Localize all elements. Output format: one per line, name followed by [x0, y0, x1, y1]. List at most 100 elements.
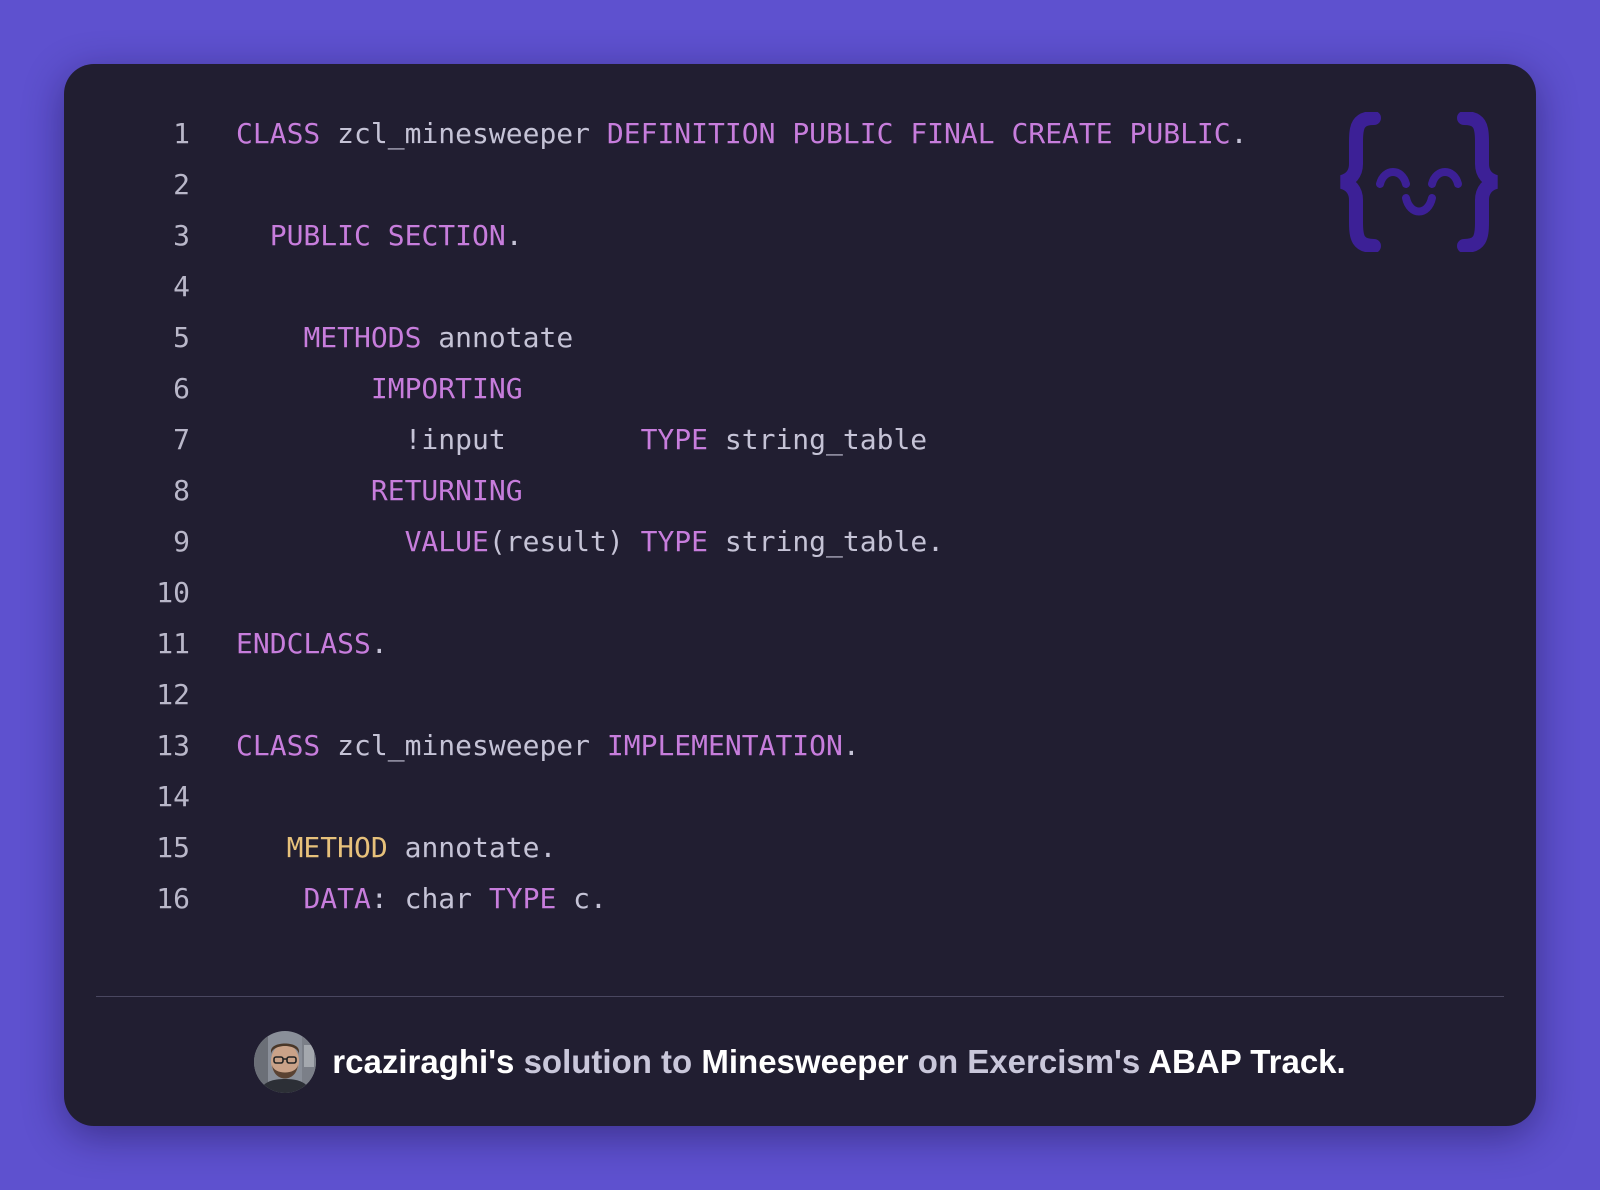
line-code: METHODS annotate: [236, 312, 573, 363]
line-number: 7: [173, 423, 190, 456]
code-keyword: DEFINITION: [606, 117, 776, 150]
code-keyword: TYPE: [488, 882, 557, 915]
code-keyword: CLASS: [236, 117, 321, 150]
footer-text-on: on: [908, 1043, 968, 1080]
line-number: 1: [173, 117, 190, 150]
track-name[interactable]: ABAP Track.: [1148, 1043, 1345, 1080]
line-number: 16: [156, 882, 190, 915]
code-keyword: IMPLEMENTATION: [606, 729, 843, 762]
exercism-logo-icon: [1340, 112, 1498, 252]
footer-caption: rcaziraghi's solution to Minesweeper on …: [332, 1043, 1345, 1081]
line-code: CLASS zcl_minesweeper IMPLEMENTATION.: [236, 720, 860, 771]
code-text: zcl_minesweeper: [320, 117, 607, 150]
line-number: 2: [173, 168, 190, 201]
code-text: string_table.: [708, 525, 945, 558]
line-code: METHOD annotate.: [236, 822, 557, 873]
line-number: 10: [156, 576, 190, 609]
code-keyword: FINAL: [910, 117, 995, 150]
code-keyword: RETURNING: [370, 474, 523, 507]
code-line: 7 !input TYPE string_table: [94, 414, 1334, 465]
code-line: 9 VALUE(result) TYPE string_table.: [94, 516, 1334, 567]
line-code: VALUE(result) TYPE string_table.: [236, 516, 944, 567]
code-line: 11 ENDCLASS.: [94, 618, 1334, 669]
footer-text-solution: solution to: [514, 1043, 702, 1080]
code-text: .: [370, 627, 388, 660]
code-keyword: PUBLIC: [269, 219, 371, 252]
code-line: 4: [94, 261, 1334, 312]
line-number: 11: [156, 627, 190, 660]
line-number: 5: [173, 321, 190, 354]
line-code: RETURNING: [236, 465, 523, 516]
line-number: 14: [156, 780, 190, 813]
author-name[interactable]: rcaziraghi's: [332, 1043, 514, 1080]
code-text: c.: [556, 882, 607, 915]
code-line: 12: [94, 669, 1334, 720]
line-number: 15: [156, 831, 190, 864]
code-line: 15 METHOD annotate.: [94, 822, 1334, 873]
line-code: ENDCLASS.: [236, 618, 388, 669]
code-keyword: METHODS: [303, 321, 422, 354]
code-text: string_table: [708, 423, 928, 456]
line-code: CLASS zcl_minesweeper DEFINITION PUBLIC …: [236, 108, 1248, 159]
code-line: 6 IMPORTING: [94, 363, 1334, 414]
code-text: .: [842, 729, 860, 762]
user-avatar[interactable]: [254, 1031, 317, 1093]
code-keyword: VALUE: [404, 525, 489, 558]
code-text: annotate: [421, 321, 574, 354]
line-number: 4: [173, 270, 190, 303]
code-line: 5 METHODS annotate: [94, 312, 1334, 363]
divider: [96, 996, 1504, 997]
code-line: 13 CLASS zcl_minesweeper IMPLEMENTATION.: [94, 720, 1334, 771]
code-keyword: DATA: [303, 882, 371, 915]
code-text: .: [505, 219, 523, 252]
code-line: 8 RETURNING: [94, 465, 1334, 516]
code-text: zcl_minesweeper: [320, 729, 607, 762]
site-name: Exercism's: [967, 1043, 1141, 1080]
code-block: 1 CLASS zcl_minesweeper DEFINITION PUBLIC…: [94, 108, 1334, 924]
code-line: 16 DATA: char TYPE c.: [94, 873, 1334, 924]
line-number: 13: [156, 729, 190, 762]
code-line: 2: [94, 159, 1334, 210]
code-text: (result): [488, 525, 641, 558]
code-card: 1 CLASS zcl_minesweeper DEFINITION PUBLIC…: [64, 64, 1536, 1126]
line-number: 3: [173, 219, 190, 252]
code-text: !input: [236, 423, 641, 456]
code-text: annotate.: [387, 831, 557, 864]
code-line: 3 PUBLIC SECTION.: [94, 210, 1334, 261]
line-code: DATA: char TYPE c.: [236, 873, 607, 924]
code-keyword: METHOD: [286, 831, 388, 864]
code-keyword: ENDCLASS: [236, 627, 371, 660]
code-line: 14: [94, 771, 1334, 822]
code-keyword: CLASS: [236, 729, 321, 762]
code-keyword: SECTION: [387, 219, 506, 252]
code-keyword: TYPE: [640, 423, 709, 456]
code-keyword: CREATE: [1011, 117, 1113, 150]
line-code: IMPORTING: [236, 363, 523, 414]
line-number: 8: [173, 474, 190, 507]
line-number: 6: [173, 372, 190, 405]
line-code: PUBLIC SECTION.: [236, 210, 523, 261]
code-text: .: [1230, 117, 1248, 150]
footer: rcaziraghi's solution to Minesweeper on …: [64, 1030, 1536, 1094]
line-code: !input TYPE string_table: [236, 414, 928, 465]
code-text: : char: [370, 882, 489, 915]
code-line: 10: [94, 567, 1334, 618]
code-keyword: PUBLIC: [1129, 117, 1231, 150]
line-number: 9: [173, 525, 190, 558]
code-keyword: PUBLIC: [792, 117, 894, 150]
line-number: 12: [156, 678, 190, 711]
exercise-name[interactable]: Minesweeper: [701, 1043, 908, 1080]
code-keyword: TYPE: [640, 525, 709, 558]
